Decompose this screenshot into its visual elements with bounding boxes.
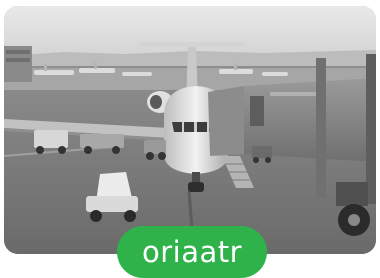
photo-card — [4, 6, 376, 254]
airplane-photo — [4, 6, 376, 254]
badge-label: oriaatr — [117, 226, 267, 278]
